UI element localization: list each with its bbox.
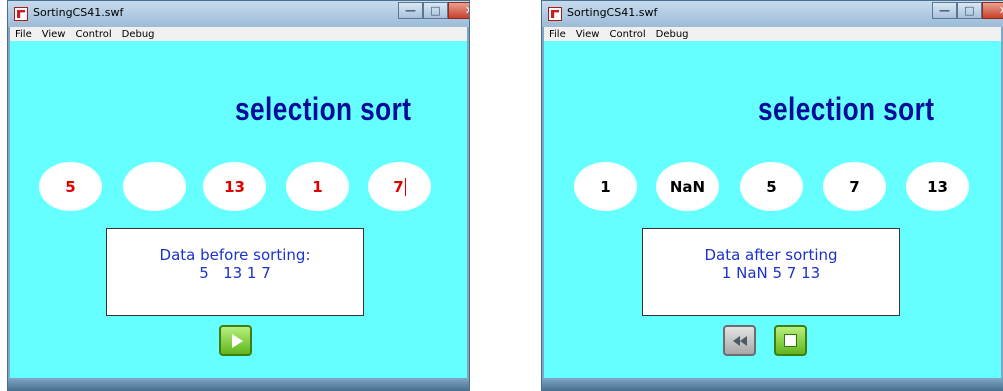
page-title: selection sort: [235, 91, 412, 127]
window-bottom-edge: [8, 378, 469, 390]
close-button[interactable]: ✕: [982, 2, 1003, 19]
menu-debug[interactable]: Debug: [651, 29, 694, 40]
number-input-4[interactable]: 7: [823, 162, 886, 211]
window-bottom-edge: [542, 378, 1003, 390]
menu-control[interactable]: Control: [604, 29, 650, 40]
close-button[interactable]: ✕: [448, 2, 469, 19]
number-input-5[interactable]: 13: [906, 162, 969, 211]
menu-view[interactable]: View: [571, 29, 605, 40]
number-input-2[interactable]: NaN: [656, 162, 719, 211]
stop-icon: [784, 334, 797, 347]
title-bar[interactable]: SortingCS41.swf — □ ✕: [542, 1, 1003, 27]
number-input-3[interactable]: 5: [740, 162, 803, 211]
number-input-5-value: 7: [393, 177, 404, 196]
window-title: SortingCS41.swf: [33, 6, 124, 19]
number-input-4[interactable]: 1: [286, 162, 349, 211]
data-label: Data before sorting:: [159, 246, 311, 264]
flash-player-window-before: SortingCS41.swf — □ ✕ File View Control …: [7, 0, 470, 391]
number-input-2[interactable]: [123, 162, 186, 211]
number-input-1[interactable]: 5: [39, 162, 102, 211]
flash-player-window-after: SortingCS41.swf — □ ✕ File View Control …: [541, 0, 1003, 391]
menu-debug[interactable]: Debug: [117, 29, 160, 40]
data-values: 5 13 1 7: [199, 264, 271, 282]
stop-button[interactable]: [774, 325, 807, 356]
data-display-box: Data before sorting: 5 13 1 7: [106, 228, 364, 316]
data-label: Data after sorting: [704, 246, 838, 264]
menu-view[interactable]: View: [37, 29, 71, 40]
minimize-button[interactable]: —: [932, 2, 957, 19]
data-display-box: Data after sorting 1 NaN 5 7 13: [642, 228, 900, 316]
title-bar[interactable]: SortingCS41.swf — □ ✕: [8, 1, 469, 27]
menu-file[interactable]: File: [544, 29, 571, 40]
number-input-1[interactable]: 1: [574, 162, 637, 211]
minimize-button[interactable]: —: [398, 2, 423, 19]
window-title: SortingCS41.swf: [567, 6, 658, 19]
rewind-icon: [732, 335, 747, 346]
flash-app-icon: [548, 7, 562, 21]
flash-stage: selection sort 1 NaN 5 7 13 Data after s…: [544, 41, 1001, 390]
menu-file[interactable]: File: [10, 29, 37, 40]
text-caret: [404, 177, 406, 196]
data-values: 1 NaN 5 7 13: [721, 264, 821, 282]
page-title: selection sort: [758, 91, 935, 127]
menu-bar: File View Control Debug: [10, 27, 467, 41]
flash-app-icon: [14, 7, 28, 21]
number-input-5[interactable]: 7: [368, 162, 431, 211]
play-button[interactable]: [219, 325, 252, 356]
number-input-3[interactable]: 13: [203, 162, 266, 211]
menu-control[interactable]: Control: [70, 29, 116, 40]
flash-stage: selection sort 5 13 1 7 Data before sort…: [10, 41, 467, 390]
menu-bar: File View Control Debug: [544, 27, 1001, 41]
rewind-button[interactable]: [723, 325, 756, 356]
play-icon: [231, 333, 243, 348]
maximize-button[interactable]: □: [957, 2, 982, 19]
maximize-button[interactable]: □: [423, 2, 448, 19]
